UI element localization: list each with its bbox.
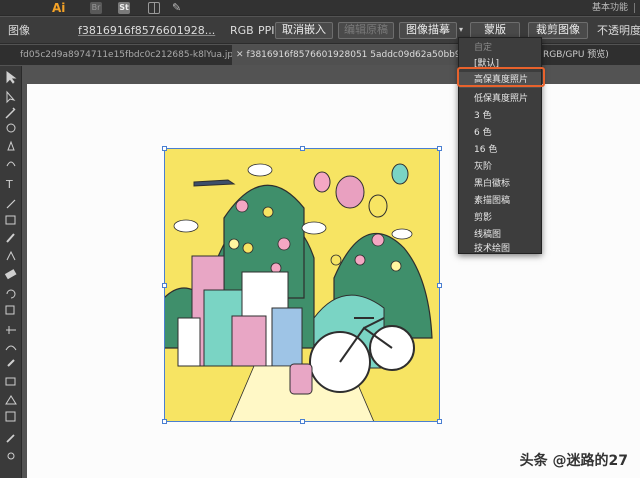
scale-tool-icon: [5, 305, 15, 315]
pen-tool-icon: [7, 140, 15, 151]
menu-item-black-and-white-logo[interactable]: 黑白徽标: [459, 176, 541, 192]
edit-original-button[interactable]: 编辑原稿: [338, 22, 394, 39]
unembed-button[interactable]: 取消嵌入: [275, 22, 333, 39]
app-bar: Ai Br St ✎ 基本功能: [0, 0, 640, 16]
menu-item-silhouettes[interactable]: 剪影: [459, 210, 541, 226]
rectangle-tool-icon: [5, 215, 16, 225]
tools-panel: T: [0, 66, 22, 478]
menu-item-sketched-art[interactable]: 素描图稿: [459, 193, 541, 209]
linked-filename[interactable]: f3816916f8576601928...: [78, 17, 215, 44]
placed-image-city-illustration[interactable]: [164, 148, 440, 422]
paintbrush-icon: [6, 233, 15, 243]
menu-item-grayscale[interactable]: 灰阶: [459, 159, 541, 175]
warp-tool-icon: [5, 345, 17, 351]
opacity-label[interactable]: 不透明度: [597, 17, 640, 44]
menu-item-3-colors[interactable]: 3 色: [459, 108, 541, 124]
eyedropper-icon: [6, 434, 15, 443]
shape-builder-icon: [5, 377, 16, 386]
menu-item-16-colors[interactable]: 16 色: [459, 142, 541, 158]
close-icon[interactable]: ✕: [236, 45, 244, 65]
width-tool-icon: [6, 326, 16, 334]
tab-document-2[interactable]: ✕ f3816916f8576601928051 5addc09d62a50bb9…: [232, 45, 458, 65]
trace-presets-chevron-down-icon[interactable]: ▾: [459, 25, 467, 35]
type-tool-icon: T: [5, 178, 13, 191]
app-logo: Ai: [52, 1, 66, 15]
tool-icons[interactable]: T: [0, 66, 22, 478]
mesh-tool-icon: [5, 411, 16, 422]
object-type-label: 图像: [8, 24, 30, 37]
shaper-tool-icon: [6, 250, 16, 261]
watermark: 头条 @迷路的27: [519, 453, 628, 469]
control-bar: 图像 f3816916f8576601928... RGB PPI: 150 取…: [0, 17, 640, 44]
search-icon[interactable]: [634, 3, 640, 13]
curvature-tool-icon: [6, 161, 16, 167]
blend-tool-icon: [7, 452, 15, 460]
bridge-icon[interactable]: Br: [90, 2, 102, 14]
annotation-highlight-box: [457, 67, 545, 87]
tab-label: f3816916f8576601928051 5addc09d62a50bb98…: [246, 50, 458, 60]
arrange-documents-icon[interactable]: [148, 2, 160, 14]
menu-item-6-colors[interactable]: 6 色: [459, 125, 541, 141]
lasso-icon: [6, 123, 16, 133]
image-trace-button[interactable]: 图像描摹: [399, 22, 457, 39]
direct-selection-tool-icon: [6, 90, 16, 104]
image-trace-preset-menu: 自定 [默认] 高保真度照片 低保真度照片 3 色 6 色 16 色 灰阶 黑白…: [457, 37, 545, 257]
rotate-tool-icon: [6, 289, 16, 299]
line-tool-icon: [6, 199, 16, 209]
gpu-performance-icon[interactable]: ✎: [172, 2, 184, 14]
stock-icon[interactable]: St: [118, 2, 130, 14]
perspective-grid-icon: [5, 395, 17, 405]
tab-label: fd05c2d9a8974711e15fbdc0c212685-k8lYua.j…: [20, 50, 232, 60]
color-mode: RGB: [230, 24, 254, 37]
puppet-warp-icon: [7, 359, 15, 367]
eraser-icon: [4, 269, 17, 280]
menu-item-low-fidelity-photo[interactable]: 低保真度照片: [459, 91, 541, 107]
view-mode-text: RGB/GPU 预览): [543, 50, 609, 60]
selection-tool-icon: [6, 71, 17, 84]
menu-item-technical-drawing[interactable]: 技术绘图: [459, 241, 541, 257]
tab-document-1[interactable]: fd05c2d9a8974711e15fbdc0c212685-k8lYua.j…: [20, 45, 232, 65]
menu-item-custom: 自定: [474, 43, 493, 53]
magic-wand-icon: [5, 107, 16, 119]
workspace-switcher[interactable]: 基本功能: [592, 0, 628, 16]
